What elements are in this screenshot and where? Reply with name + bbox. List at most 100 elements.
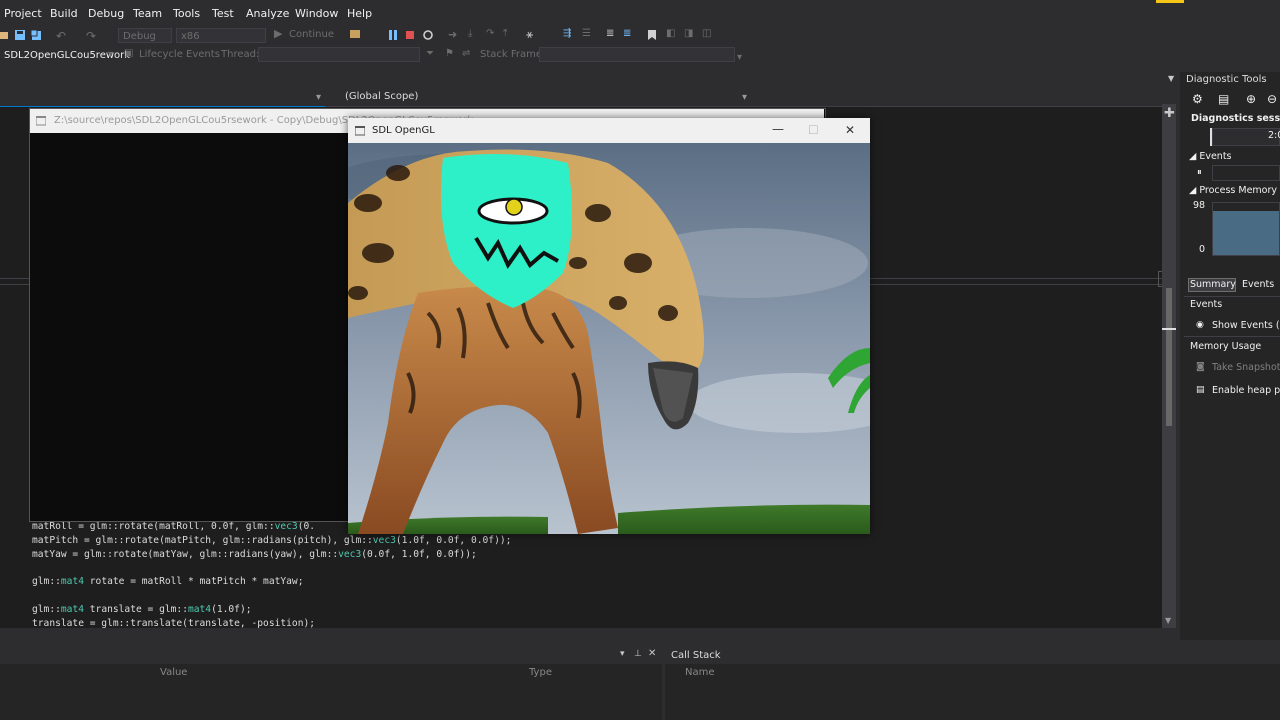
- sdl-title: SDL OpenGL: [372, 125, 435, 136]
- code-line: glm::mat4 translate = glm::mat4(1.0f);: [32, 604, 252, 615]
- panel-title: Diagnostic Tools: [1186, 74, 1267, 85]
- undo-icon[interactable]: ↶: [56, 29, 66, 43]
- process-icon[interactable]: [350, 30, 360, 40]
- save-all-icon[interactable]: [31, 30, 41, 40]
- eye-icon: ◉: [1196, 320, 1204, 330]
- take-snapshot-button[interactable]: Take Snapshot: [1212, 362, 1280, 373]
- code-line: matYaw = glm::rotate(matYaw, glm::radian…: [32, 549, 477, 560]
- flag-icon[interactable]: ☰: [582, 28, 591, 39]
- scroll-down-icon[interactable]: ▼: [1165, 616, 1171, 625]
- toolbar-overflow-icon[interactable]: ▾: [737, 52, 742, 63]
- pause-icon[interactable]: ⏸: [1197, 167, 1202, 178]
- accent-strip: [1156, 0, 1184, 3]
- show-next-statement-icon[interactable]: ➜: [448, 28, 457, 41]
- save-icon[interactable]: [15, 30, 25, 40]
- pause-icon[interactable]: [388, 30, 398, 40]
- menu-tools[interactable]: Tools: [173, 7, 200, 20]
- lifecycle-events-button[interactable]: Lifecycle Events: [139, 49, 220, 60]
- call-stack-header: Call Stack: [665, 646, 1280, 664]
- value-column-header[interactable]: Value: [160, 667, 187, 678]
- redo-icon[interactable]: ↷: [86, 29, 96, 43]
- type-column-header[interactable]: Type: [529, 667, 552, 678]
- thread-label: Thread:: [221, 49, 260, 60]
- menu-bar: Project Build Debug Team Tools Test Anal…: [0, 0, 1280, 26]
- hex-icon[interactable]: ⚹: [526, 27, 533, 42]
- memory-min-label: 0: [1199, 244, 1206, 255]
- debug-location-toolbar: SDL2OpenGLCou5rework ▾ ▣ Lifecycle Event…: [0, 46, 1180, 66]
- project-dropdown[interactable]: SDL2OpenGLCou5rework: [0, 48, 130, 63]
- diagnostic-tools-panel: Diagnostic Tools ⚙ ▤ ⊕ ⊖ Diagnostics ses…: [1180, 72, 1280, 640]
- export-icon[interactable]: ▤: [1218, 92, 1229, 106]
- menu-project[interactable]: Project: [4, 7, 42, 20]
- config-dropdown[interactable]: Debug: [118, 28, 172, 43]
- clear-bookmarks-icon[interactable]: ◫: [702, 28, 711, 39]
- uncomment-icon[interactable]: ≣: [623, 28, 631, 39]
- lifecycle-icon: ▣: [124, 48, 134, 59]
- prev-bookmark-icon[interactable]: ◧: [666, 28, 675, 39]
- minimize-button[interactable]: —: [772, 122, 784, 136]
- sdl-window[interactable]: SDL OpenGL — ☐ ✕: [348, 118, 870, 534]
- menu-help[interactable]: Help: [347, 7, 372, 20]
- events-heading: Events: [1190, 299, 1223, 310]
- filter-icon[interactable]: ⏷: [426, 48, 434, 59]
- sdl-titlebar[interactable]: SDL OpenGL — ☐ ✕: [348, 118, 870, 143]
- next-bookmark-icon[interactable]: ◨: [684, 28, 693, 39]
- platform-dropdown[interactable]: x86: [176, 28, 266, 43]
- split-editor-icon[interactable]: ✚: [1164, 106, 1175, 121]
- chevron-down-icon[interactable]: ▾: [108, 49, 113, 60]
- thread-icon[interactable]: ⇶: [563, 28, 571, 39]
- memory-graph[interactable]: [1212, 202, 1280, 256]
- call-stack-panel[interactable]: Name: [665, 664, 1280, 720]
- process-memory-toggle[interactable]: ◢ Process Memory (M: [1189, 185, 1280, 196]
- step-into-icon[interactable]: ⤓: [468, 28, 472, 39]
- step-out-icon[interactable]: ⤒: [503, 28, 507, 39]
- bookmark-icon[interactable]: [647, 30, 657, 40]
- menu-analyze[interactable]: Analyze: [246, 7, 289, 20]
- menu-test[interactable]: Test: [212, 7, 234, 20]
- code-line: glm::mat4 rotate = matRoll * matPitch * …: [32, 576, 304, 587]
- chevron-down-icon[interactable]: ▾: [742, 92, 747, 103]
- zoom-in-icon[interactable]: ⊕: [1246, 92, 1256, 106]
- stack-frame-dropdown[interactable]: [539, 47, 735, 62]
- chevron-down-icon[interactable]: ▾: [620, 649, 625, 659]
- continue-button[interactable]: Continue: [289, 29, 334, 40]
- code-line: matPitch = glm::rotate(matPitch, glm::ra…: [32, 535, 512, 546]
- pin-icon[interactable]: ⊥: [634, 649, 642, 659]
- comment-icon[interactable]: ≣: [606, 28, 614, 39]
- restart-icon[interactable]: [423, 30, 433, 40]
- opengl-render-view[interactable]: [348, 143, 870, 534]
- menu-window[interactable]: Window: [295, 7, 338, 20]
- scope-dropdown[interactable]: (Global Scope): [345, 91, 418, 102]
- chevron-down-icon[interactable]: ▼: [1168, 74, 1174, 83]
- heap-icon: ▤: [1196, 385, 1205, 395]
- continue-play-icon[interactable]: ▶: [274, 27, 282, 40]
- menu-team[interactable]: Team: [133, 7, 162, 20]
- stop-icon[interactable]: [405, 30, 415, 40]
- maximize-button[interactable]: ☐: [808, 123, 819, 137]
- flag-thread-icon[interactable]: ⚑: [445, 48, 454, 59]
- camera-icon: ◙: [1196, 362, 1205, 372]
- thread-dropdown[interactable]: [258, 47, 420, 62]
- menu-debug[interactable]: Debug: [88, 7, 124, 20]
- settings-gear-icon[interactable]: ⚙: [1192, 92, 1203, 106]
- scrollbar-thumb[interactable]: [1166, 288, 1172, 426]
- menu-build[interactable]: Build: [50, 7, 78, 20]
- show-threads-icon[interactable]: ⇌: [462, 48, 470, 59]
- close-button[interactable]: ✕: [845, 123, 855, 137]
- close-icon[interactable]: ✕: [648, 648, 656, 659]
- tab-summary[interactable]: Summary: [1190, 279, 1236, 290]
- events-section-toggle[interactable]: ◢ Events: [1189, 151, 1232, 162]
- zoom-out-icon[interactable]: ⊖: [1267, 92, 1277, 106]
- autos-panel-header: ▾ ⊥ ✕: [0, 646, 662, 664]
- sdl-app-icon: [355, 126, 365, 136]
- chevron-down-icon[interactable]: ▾: [316, 92, 321, 103]
- step-over-icon[interactable]: ↷: [486, 28, 494, 39]
- tab-events[interactable]: Events: [1242, 279, 1274, 290]
- console-app-icon: [36, 116, 46, 126]
- show-events-link[interactable]: Show Events (0: [1212, 320, 1280, 331]
- open-folder-icon[interactable]: [0, 30, 10, 40]
- name-column-header[interactable]: Name: [685, 667, 715, 678]
- enable-heap-profiling-button[interactable]: Enable heap pro: [1212, 385, 1280, 396]
- call-stack-title: Call Stack: [671, 650, 721, 661]
- autos-panel[interactable]: Value Type: [0, 664, 662, 720]
